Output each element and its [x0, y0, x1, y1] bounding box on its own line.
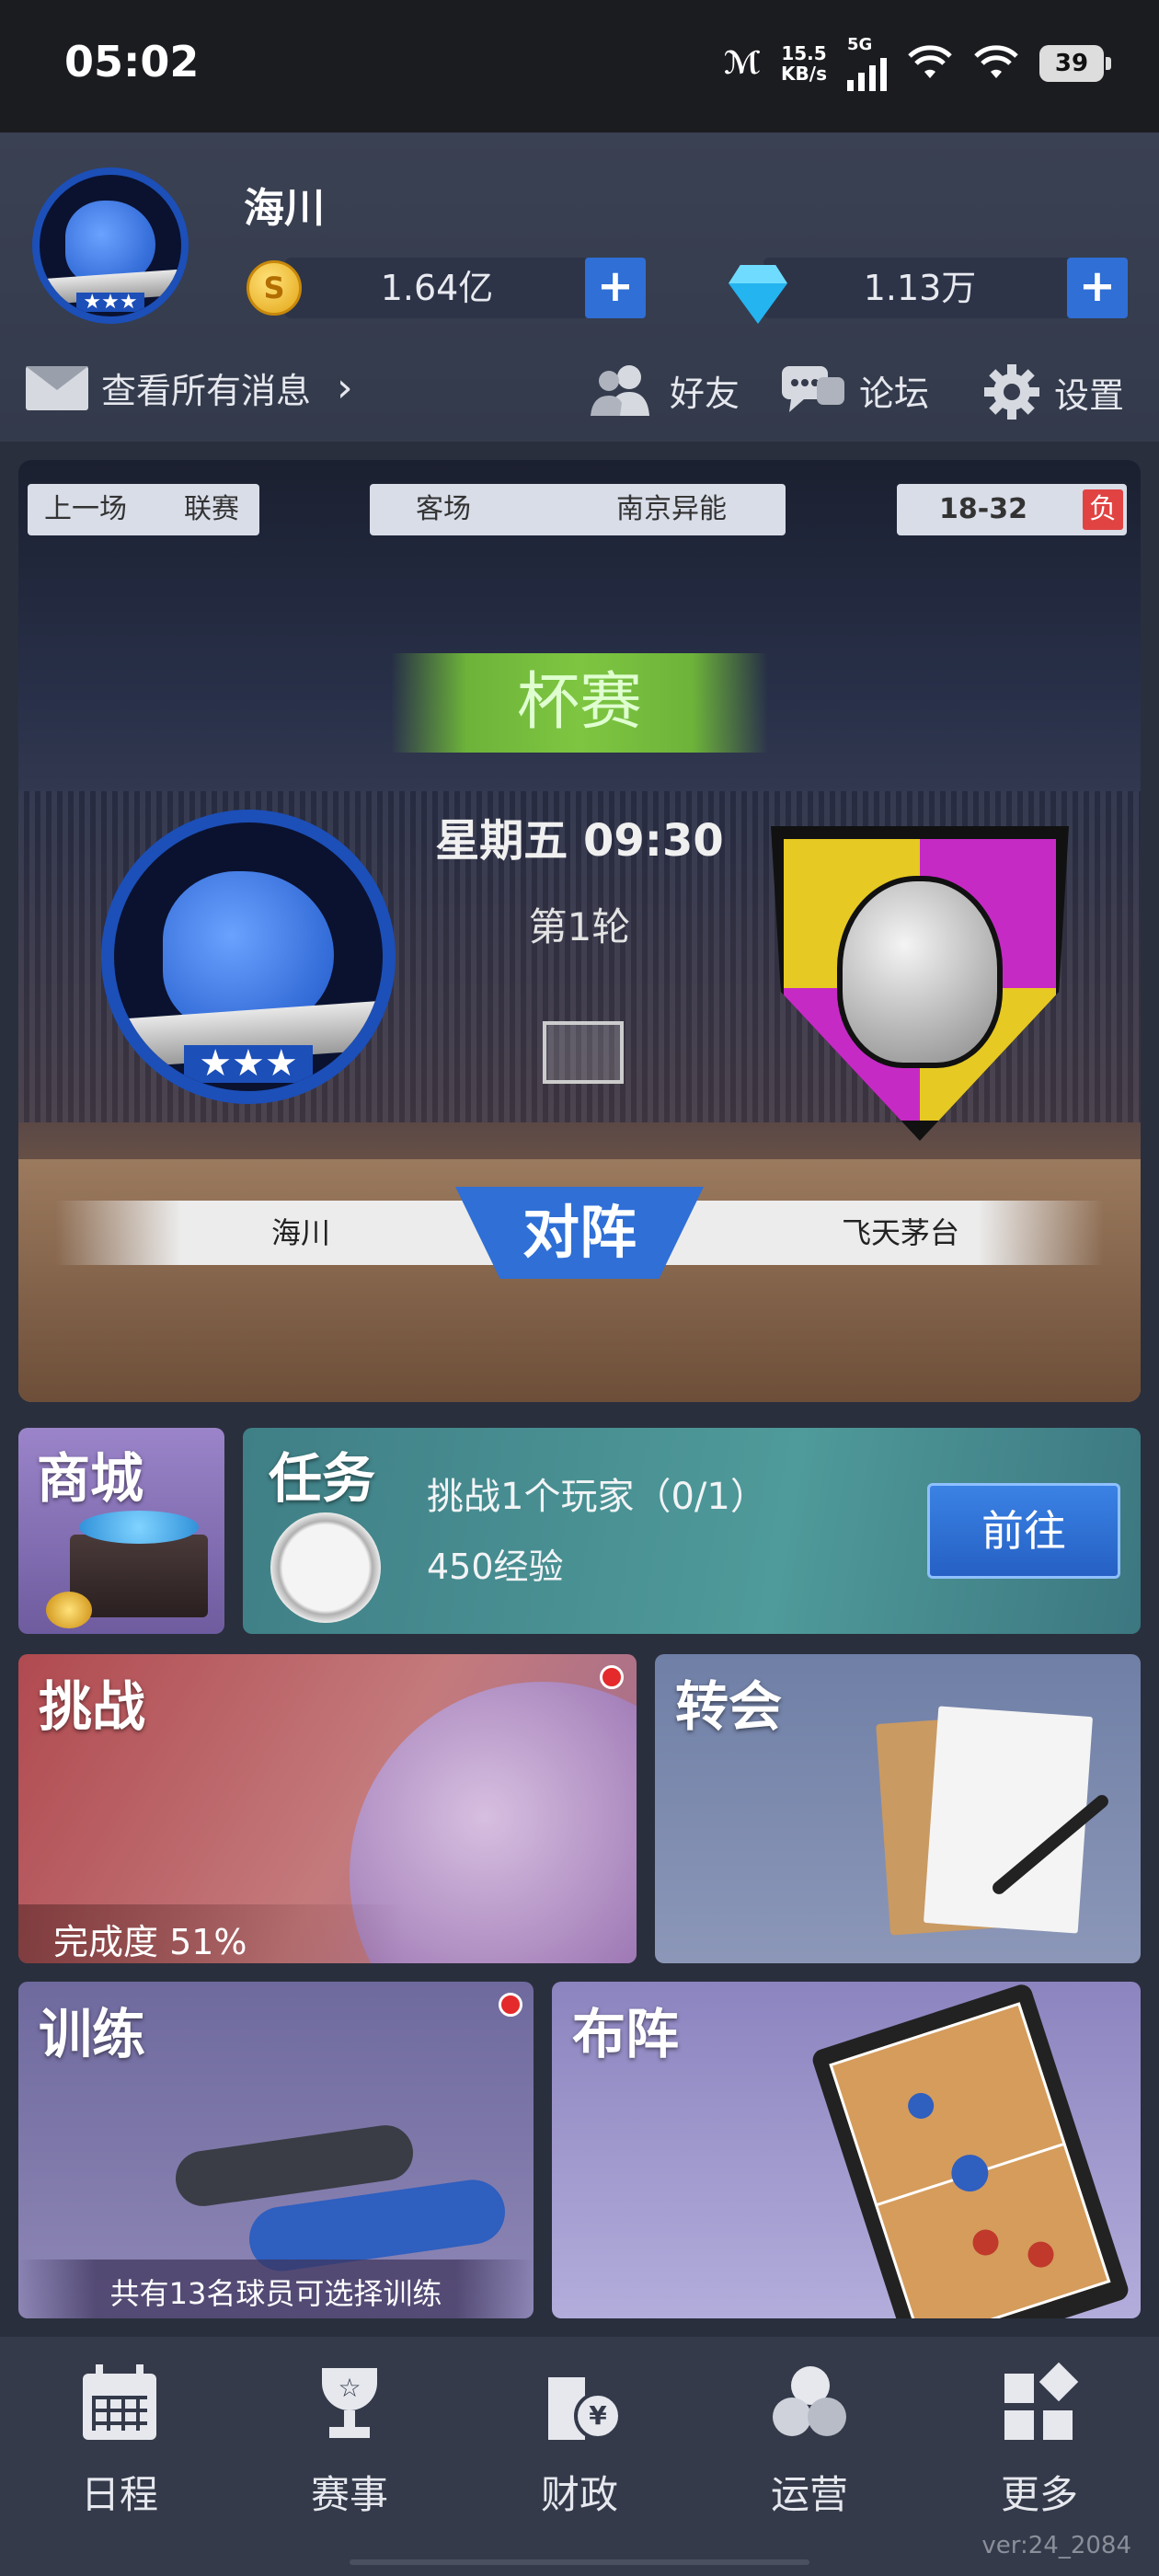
nav-schedule[interactable]: 日程	[46, 2364, 193, 2520]
next-match-card[interactable]: 上一场 联赛 客场 南京异能 18-32 负 杯赛 星期五 09:30 第1轮 …	[18, 460, 1141, 1402]
nav-operations[interactable]: 运营	[736, 2364, 883, 2520]
calendar-icon	[81, 2364, 158, 2442]
nav-finance[interactable]: ¥ 财政	[506, 2364, 653, 2520]
nav-more[interactable]: 更多	[966, 2362, 1113, 2520]
nav-competitions[interactable]: ☆ 赛事	[276, 2364, 423, 2520]
notification-dot	[499, 1993, 522, 2017]
challenge-tile[interactable]: 挑战 完成度 51%	[18, 1654, 637, 1963]
clock: 05:02	[64, 37, 200, 86]
go-button[interactable]: 前往	[927, 1483, 1120, 1579]
last-score-chip: 18-32 负	[897, 484, 1127, 535]
battery-icon: 39	[1039, 44, 1111, 82]
task-tile: 任务 挑战1个玩家（0/1） 450经验 前往	[243, 1428, 1141, 1634]
view-messages-link[interactable]: 查看所有消息 ›	[26, 362, 353, 413]
competition-banner: 杯赛	[391, 653, 768, 753]
more-icon	[1001, 2362, 1079, 2442]
net-speed: 15.5 KB/s	[781, 41, 827, 85]
cell-signal-icon: 5G	[847, 35, 887, 91]
coin-icon: S	[247, 260, 302, 316]
diamond-icon	[729, 283, 787, 324]
venue-opponent-chip: 客场 南京异能	[370, 484, 786, 535]
home-team-name: 海川	[271, 1215, 331, 1250]
gear-icon	[984, 364, 1039, 420]
shop-tile[interactable]: 商城	[18, 1428, 224, 1634]
home-team-logo: ★★★	[101, 810, 396, 1104]
transfer-tile[interactable]: 转会	[655, 1654, 1141, 1963]
training-note: 共有13名球员可选择训练	[18, 2260, 534, 2318]
friends-icon	[591, 365, 649, 416]
challenge-progress: 完成度 51%	[18, 1904, 405, 1963]
add-coins-button[interactable]: +	[585, 258, 646, 318]
profile-header: ★★★ 海川 1.64亿 S + 1.13万 + 查看所有消息 › 好友 论坛	[0, 132, 1159, 442]
settings-button[interactable]: 设置	[982, 362, 1124, 421]
operations-icon	[771, 2364, 848, 2442]
version-label: ver:24_2084	[981, 2532, 1131, 2559]
loss-badge: 负	[1083, 489, 1123, 530]
team-logo[interactable]: ★★★	[32, 167, 189, 324]
away-team-name: 飞天茅台	[842, 1215, 960, 1250]
lineup-tile[interactable]: 布阵	[552, 1982, 1141, 2318]
contract-document-icon	[923, 1706, 1094, 1934]
status-icons: ℳ 15.5 KB/s 5G 39	[723, 35, 1111, 91]
notification-dot	[600, 1665, 624, 1689]
mail-icon	[26, 365, 88, 410]
finance-icon: ¥	[541, 2364, 622, 2442]
spartan-helmet-icon	[837, 876, 1003, 1068]
add-diamonds-button[interactable]: +	[1067, 258, 1128, 318]
status-bar: 05:02 ℳ 15.5 KB/s 5G 39	[0, 0, 1159, 132]
diamond-balance: 1.13万	[763, 258, 1076, 318]
coins-icon	[46, 1592, 92, 1628]
player-name: 海川	[244, 185, 325, 232]
training-tile[interactable]: 训练 共有13名球员可选择训练	[18, 1982, 534, 2318]
forum-icon	[782, 366, 844, 412]
nfc-icon: ℳ	[723, 44, 762, 82]
stopwatch-icon	[270, 1512, 381, 1623]
wifi-icon	[908, 44, 952, 78]
forum-button[interactable]: 论坛	[780, 362, 929, 418]
wifi-icon-secondary	[974, 44, 1018, 78]
trophy-icon: ☆	[311, 2364, 388, 2442]
tactics-board-icon	[809, 1982, 1131, 2318]
home-indicator	[350, 2559, 809, 2565]
last-match-chip[interactable]: 上一场 联赛	[28, 484, 259, 535]
friends-button[interactable]: 好友	[587, 362, 740, 418]
basketball-hoop	[543, 1021, 624, 1084]
coin-balance: 1.64亿	[285, 258, 589, 318]
